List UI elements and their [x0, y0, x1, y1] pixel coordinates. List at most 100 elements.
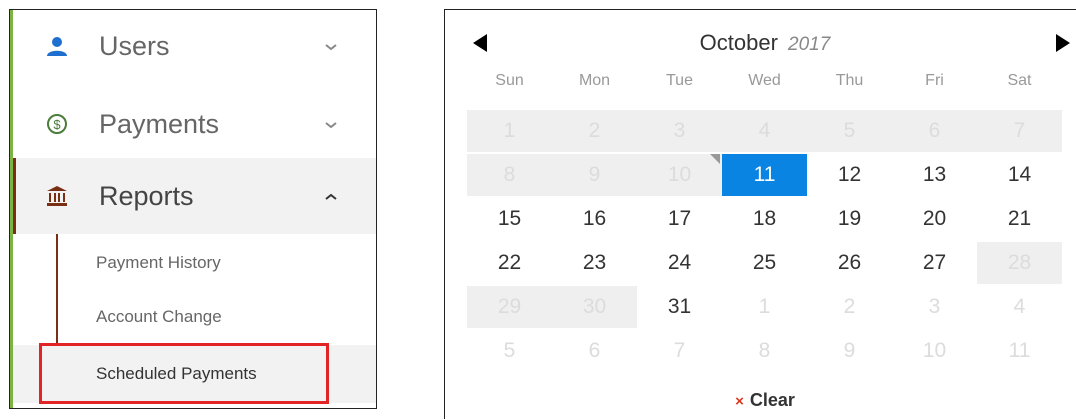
day-number: 2 [588, 119, 601, 142]
day-cell: 1 [467, 110, 552, 152]
clear-button[interactable]: × Clear [445, 390, 1076, 411]
day-number: 22 [497, 251, 522, 274]
day-cell: 28 [977, 242, 1062, 284]
weekday-label: Thu [835, 72, 864, 89]
day-cell: 10 [892, 330, 977, 372]
close-icon: × [735, 393, 744, 410]
day-number: 5 [843, 119, 856, 142]
highlight-annotation-box [39, 343, 329, 404]
day-number: 24 [667, 251, 692, 274]
day-number: 6 [588, 339, 601, 362]
weekday-label: Wed [748, 72, 781, 89]
day-cell: 4 [722, 110, 807, 152]
day-cell[interactable]: 20 [892, 198, 977, 240]
sidebar-item-label: Reports [99, 180, 194, 211]
day-cell: 10 [637, 154, 722, 196]
day-number: 4 [758, 119, 771, 142]
day-number: 23 [582, 251, 607, 274]
day-number: 20 [922, 207, 947, 230]
day-cell[interactable]: 19 [807, 198, 892, 240]
clear-button-label: Clear [749, 390, 795, 410]
today-marker-icon [710, 154, 720, 164]
weekday-label: Mon [578, 72, 611, 89]
day-number: 21 [1007, 207, 1032, 230]
day-number: 11 [1008, 339, 1031, 362]
day-cell: 9 [807, 330, 892, 372]
day-number: 2 [843, 295, 856, 318]
day-number: 29 [497, 295, 522, 318]
day-number: 6 [928, 119, 941, 142]
sidebar-item-label: Users [99, 30, 170, 61]
day-number: 11 [753, 163, 776, 186]
day-cell[interactable]: 15 [467, 198, 552, 240]
day-cell[interactable]: 16 [552, 198, 637, 240]
day-cell[interactable]: 17 [637, 198, 722, 240]
day-cell: 2 [807, 286, 892, 328]
day-number: 27 [922, 251, 947, 274]
day-cell: 3 [892, 286, 977, 328]
day-cell: 5 [467, 330, 552, 372]
day-number: 8 [758, 339, 771, 362]
day-cell[interactable]: 18 [722, 198, 807, 240]
sidebar-item-payments[interactable]: $ Payments [13, 88, 376, 160]
active-section-indicator [13, 158, 16, 234]
day-cell[interactable]: 25 [722, 242, 807, 284]
day-number: 10 [922, 339, 947, 362]
day-cell: 6 [892, 110, 977, 152]
weekday-label: Tue [666, 72, 693, 89]
day-cell[interactable]: 12 [807, 154, 892, 196]
day-number: 31 [667, 295, 692, 318]
day-number: 15 [497, 207, 522, 230]
user-icon [45, 34, 69, 58]
day-number: 13 [922, 163, 947, 186]
submenu-item-account-change[interactable]: Account Change [13, 290, 376, 344]
day-number: 26 [837, 251, 862, 274]
chevron-down-icon [323, 118, 339, 130]
day-cell[interactable]: 21 [977, 198, 1062, 240]
chevron-down-icon [323, 40, 339, 52]
dollar-circle-icon: $ [45, 112, 69, 136]
day-number: 1 [503, 119, 516, 142]
day-number: 9 [843, 339, 856, 362]
day-number: 7 [673, 339, 686, 362]
chevron-up-icon [323, 190, 339, 202]
day-cell: 30 [552, 286, 637, 328]
day-cell[interactable]: 24 [637, 242, 722, 284]
day-cell: 1 [722, 286, 807, 328]
day-number: 19 [837, 207, 862, 230]
sidebar-item-users[interactable]: Users [13, 10, 376, 82]
day-number: 18 [752, 207, 777, 230]
day-cell[interactable]: 22 [467, 242, 552, 284]
day-number: 10 [667, 163, 692, 186]
day-cell: 8 [467, 154, 552, 196]
day-number: 7 [1013, 119, 1026, 142]
calendar-year: 2017 [788, 34, 831, 55]
day-cell[interactable]: 26 [807, 242, 892, 284]
day-cell: 29 [467, 286, 552, 328]
sidebar-item-reports[interactable]: Reports [13, 158, 376, 234]
bank-icon [45, 184, 69, 208]
submenu-item-payment-history[interactable]: Payment History [13, 236, 376, 290]
day-cell: 8 [722, 330, 807, 372]
day-cell[interactable]: 31 [637, 286, 722, 328]
weekday-label: Sat [1007, 72, 1032, 89]
next-month-arrow-icon[interactable] [1054, 34, 1070, 52]
svg-text:$: $ [53, 117, 61, 132]
day-cell[interactable]: 23 [552, 242, 637, 284]
submenu-item-label: Payment History [96, 253, 221, 272]
sidebar-nav: Users $ Payments Reports Payment History… [9, 9, 377, 409]
day-number: 1 [758, 295, 771, 318]
day-cell: 6 [552, 330, 637, 372]
day-number: 30 [582, 295, 607, 318]
calendar-month-title[interactable]: October 2017 [445, 30, 1076, 56]
day-cell: 5 [807, 110, 892, 152]
day-cell: 4 [977, 286, 1062, 328]
day-cell[interactable]: 14 [977, 154, 1062, 196]
day-number: 3 [928, 295, 941, 318]
day-cell[interactable]: 13 [892, 154, 977, 196]
day-number: 4 [1013, 295, 1026, 318]
day-number: 5 [503, 339, 516, 362]
selected-day-cell[interactable]: 11 [722, 154, 807, 196]
day-number: 14 [1007, 163, 1032, 186]
day-cell[interactable]: 27 [892, 242, 977, 284]
